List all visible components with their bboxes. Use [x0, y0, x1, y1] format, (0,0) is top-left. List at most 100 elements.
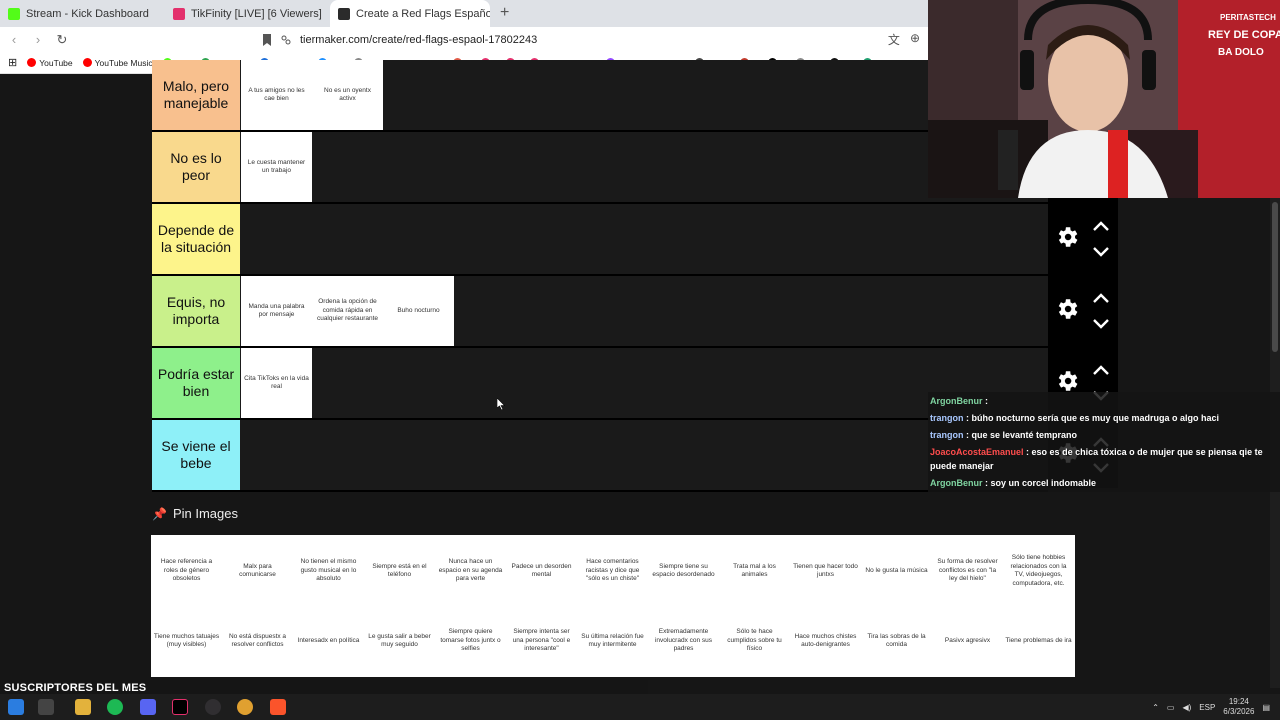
bookmark-label: YouTube Music [94, 57, 153, 68]
search-icon[interactable] [38, 699, 54, 715]
pin-image-card[interactable]: Padece un desorden mental [506, 539, 577, 603]
pin-image-card[interactable]: Nunca hace un espacio en su agenda para … [435, 539, 506, 603]
settings-gear-icon[interactable] [1054, 296, 1080, 322]
tray-chevron-icon[interactable]: ⌃ [1152, 703, 1159, 712]
pin-image-card[interactable]: Tiene problemas de ira [1003, 609, 1074, 673]
settings-gear-icon[interactable] [1054, 368, 1080, 394]
tab-tikfinity[interactable]: TikFinity [LIVE] [6 Viewers] [165, 0, 330, 27]
pin-image-card[interactable]: Hace muchos chistes auto-denigrantes [790, 609, 861, 673]
pin-image-card[interactable]: Sólo te hace cumplidos sobre tu físico [719, 609, 790, 673]
apps-grid-icon[interactable]: ⊞ [8, 56, 17, 69]
mouse-cursor-icon [497, 398, 505, 410]
move-up-arrow-icon[interactable] [1092, 292, 1110, 304]
pin-image-card[interactable]: Hace referencia a roles de género obsole… [151, 539, 222, 603]
discord-icon[interactable] [140, 699, 156, 715]
bookmark-item[interactable]: YouTube [27, 58, 73, 68]
chat-username[interactable]: ArgonBenur [930, 396, 983, 406]
clock-time: 19:24 [1228, 697, 1249, 706]
pin-image-card[interactable]: No tienen el mismo gusto musical en lo a… [293, 539, 364, 603]
pin-images-header: 📌 Pin Images [152, 506, 238, 521]
scrollbar-thumb[interactable] [1272, 202, 1278, 352]
tier-label[interactable]: No es lo peor [152, 132, 240, 202]
pin-image-card[interactable]: Siempre quiere tomarse fotos juntx o sel… [435, 609, 506, 673]
windows-start-icon[interactable] [8, 699, 24, 715]
network-icon[interactable]: ▭ [1167, 703, 1175, 712]
zoom-icon[interactable]: ⊕ [910, 31, 920, 48]
translate-icon[interactable]: 文 [888, 31, 900, 48]
tier-row[interactable]: Se viene el bebe [152, 420, 928, 492]
pin-image-card[interactable]: Siempre intenta ser una persona "cool e … [506, 609, 577, 673]
tier-item-card[interactable]: Buho nocturno [383, 276, 454, 346]
browser-tab-bar: Stream - Kick Dashboard TikFinity [LIVE]… [0, 0, 928, 27]
pin-image-card[interactable]: Tiene muchos tatuajes (muy visibles) [151, 609, 222, 673]
tier-item-card[interactable]: No es un oyentx activx [312, 60, 383, 130]
chat-username[interactable]: JoacoAcostaEmanuel [930, 447, 1024, 457]
clock[interactable]: 19:24 6/3/2026 [1223, 697, 1254, 717]
tier-label[interactable]: Equis, no importa [152, 276, 240, 346]
pin-image-card[interactable]: Tira las sobras de la comida [861, 609, 932, 673]
pin-image-card[interactable]: Extremadamente involucradx con sus padre… [648, 609, 719, 673]
chat-username[interactable]: trangon [930, 430, 964, 440]
tier-row[interactable]: Equis, no importa Manda una palabra por m… [152, 276, 928, 348]
volume-icon[interactable]: ◀) [1182, 703, 1191, 712]
webcam-feed: PERITASTECH REY DE COPAS BA DOLO [928, 0, 1280, 198]
address-bar[interactable]: tiermaker.com/create/red-flags-espaol-17… [262, 31, 928, 48]
pin-image-card[interactable]: Pasivx agresivx [932, 609, 1003, 673]
obs-icon[interactable] [205, 699, 221, 715]
pin-image-card[interactable]: Trata mal a los animales [719, 539, 790, 603]
brave-icon[interactable] [270, 699, 286, 715]
language-indicator[interactable]: ESP [1199, 703, 1215, 712]
tiktok-icon[interactable] [172, 699, 188, 715]
url-text: tiermaker.com/create/red-flags-espaol-17… [300, 33, 538, 46]
chat-username[interactable]: trangon [930, 413, 964, 423]
tier-item-card[interactable]: Manda una palabra por mensaje [241, 276, 312, 346]
pin-image-card[interactable]: Malx para comunicarse [222, 539, 293, 603]
reload-icon[interactable]: ↻ [52, 32, 72, 48]
browser-toolbar: ‹ › ↻ tiermaker.com/create/red-flags-esp… [0, 27, 928, 52]
tier-label[interactable]: Depende de la situación [152, 204, 240, 274]
forward-icon[interactable]: › [28, 32, 48, 47]
tab-kick-dashboard[interactable]: Stream - Kick Dashboard [0, 0, 165, 27]
pin-image-card[interactable]: Interesadx en política [293, 609, 364, 673]
notifications-icon[interactable]: ▤ [1262, 703, 1270, 712]
tier-row[interactable]: Depende de la situación [152, 204, 928, 276]
file-explorer-icon[interactable] [75, 699, 91, 715]
move-down-arrow-icon[interactable] [1092, 318, 1110, 330]
move-down-arrow-icon[interactable] [1092, 246, 1110, 258]
settings-gear-icon[interactable] [1054, 224, 1080, 250]
bookmark-icon[interactable] [262, 33, 272, 46]
pin-image-card[interactable]: No está dispuestx a resolver conflictos [222, 609, 293, 673]
bookmark-favicon-icon [82, 58, 92, 67]
tier-row[interactable]: No es lo peor Le cuesta mantener un traba… [152, 132, 928, 204]
new-tab-button[interactable]: + [490, 0, 519, 27]
site-info-icon[interactable] [280, 34, 292, 46]
chat-message: trangon : que se levanté temprano [930, 428, 1272, 442]
chat-username[interactable]: ArgonBenur [930, 478, 983, 488]
pin-image-card[interactable]: Su última relación fue muy intermitente [577, 609, 648, 673]
tab-tiermaker[interactable]: Create a Red Flags Español Tier L ✕ [330, 0, 490, 27]
tier-label[interactable]: Malo, pero manejable [152, 60, 240, 130]
tier-row[interactable]: Malo, pero manejable A tus amigos no les … [152, 60, 928, 132]
move-up-arrow-icon[interactable] [1092, 220, 1110, 232]
chrome-icon[interactable] [237, 699, 253, 715]
pin-image-card[interactable]: Siempre está en el teléfono [364, 539, 435, 603]
tier-row[interactable]: Podría estar bien Cita TikToks en la vida… [152, 348, 928, 420]
tier-item-card[interactable]: Ordena la opción de comida rápida en cua… [312, 276, 383, 346]
pin-image-card[interactable]: Le gusta salir a beber muy seguido [364, 609, 435, 673]
pin-image-card[interactable]: Sólo tiene hobbies relacionados con la T… [1003, 539, 1074, 603]
pin-image-card[interactable]: Su forma de resolver conflictos es con "… [932, 539, 1003, 603]
tier-item-card[interactable]: A tus amigos no les cae bien [241, 60, 312, 130]
tier-item-card[interactable]: Le cuesta mantener un trabajo [241, 132, 312, 202]
tier-label[interactable]: Podría estar bien [152, 348, 240, 418]
spotify-icon[interactable] [107, 699, 123, 715]
pin-image-card[interactable]: Hace comentarios racistas y dice que "só… [577, 539, 648, 603]
tier-list: Malo, pero manejable A tus amigos no les … [152, 60, 928, 492]
pin-image-card[interactable]: Tienen que hacer todo juntxs [790, 539, 861, 603]
bookmark-item[interactable]: YouTube Music [82, 57, 153, 68]
pin-image-card[interactable]: Siempre tiene su espacio desordenado [648, 539, 719, 603]
move-up-arrow-icon[interactable] [1092, 364, 1110, 376]
pin-image-card[interactable]: No le gusta la música [861, 539, 932, 603]
tier-label[interactable]: Se viene el bebe [152, 420, 240, 490]
back-icon[interactable]: ‹ [4, 32, 24, 47]
tier-item-card[interactable]: Cita TikToks en la vida real [241, 348, 312, 418]
